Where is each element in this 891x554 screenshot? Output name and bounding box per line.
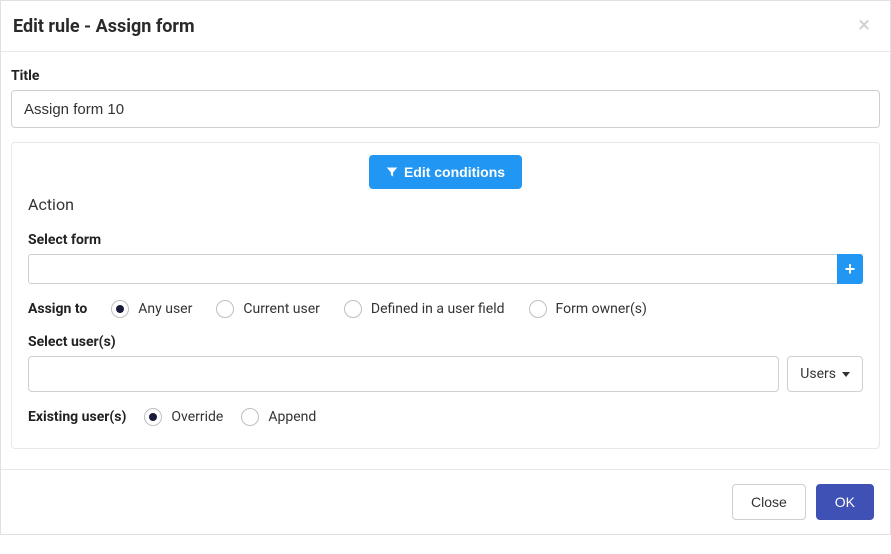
select-form-label: Select form [28,232,863,248]
select-form-input[interactable] [28,254,838,284]
radio-icon [241,408,259,426]
users-dropdown[interactable]: Users [787,356,863,392]
radio-label: Form owner(s) [556,301,647,317]
close-button[interactable]: Close [732,484,806,520]
select-users-label: Select user(s) [28,334,863,350]
assign-to-form-owners[interactable]: Form owner(s) [529,300,647,318]
select-form-row: + [28,254,863,284]
select-users-input[interactable] [28,356,779,392]
assign-to-any-user[interactable]: Any user [111,300,192,318]
existing-users-append[interactable]: Append [241,408,316,426]
radio-label: Override [171,409,223,425]
radio-label: Any user [138,301,192,317]
chevron-down-icon [842,372,850,377]
close-icon[interactable]: × [854,15,874,37]
radio-icon [144,408,162,426]
radio-label: Append [268,409,316,425]
existing-users-override[interactable]: Override [144,408,223,426]
modal-footer: Close OK [1,469,890,534]
radio-label: Defined in a user field [371,301,505,317]
edit-conditions-label: Edit conditions [404,164,505,180]
existing-users-row: Existing user(s) Override Append [28,408,863,426]
modal-title: Edit rule - Assign form [13,16,195,37]
radio-icon [111,300,129,318]
modal-header: Edit rule - Assign form × [1,1,890,52]
radio-icon [216,300,234,318]
radio-icon [344,300,362,318]
radio-label: Current user [243,301,320,317]
edit-conditions-wrap: Edit conditions [28,155,863,189]
modal-body: Title Edit conditions Action Select form [1,52,890,469]
select-form-group: Select form + [28,232,863,284]
users-dropdown-label: Users [800,366,836,382]
edit-conditions-button[interactable]: Edit conditions [369,155,522,189]
title-input[interactable] [11,90,880,128]
action-section-title: Action [28,195,863,214]
title-field-group: Title [11,68,880,128]
plus-icon: + [845,259,856,280]
assign-to-label: Assign to [28,301,87,317]
existing-users-label: Existing user(s) [28,409,126,425]
assign-to-current-user[interactable]: Current user [216,300,320,318]
assign-to-defined-user-field[interactable]: Defined in a user field [344,300,505,318]
action-card: Edit conditions Action Select form + Ass… [11,142,880,449]
select-users-group: Select user(s) Users [28,334,863,392]
ok-button[interactable]: OK [816,484,874,520]
add-form-button[interactable]: + [837,254,863,284]
edit-rule-modal: Edit rule - Assign form × Title Edit con… [0,0,891,535]
select-users-row: Users [28,356,863,392]
title-label: Title [11,68,880,84]
radio-icon [529,300,547,318]
assign-to-row: Assign to Any user Current user Defined … [28,300,863,318]
filter-icon [386,166,398,178]
